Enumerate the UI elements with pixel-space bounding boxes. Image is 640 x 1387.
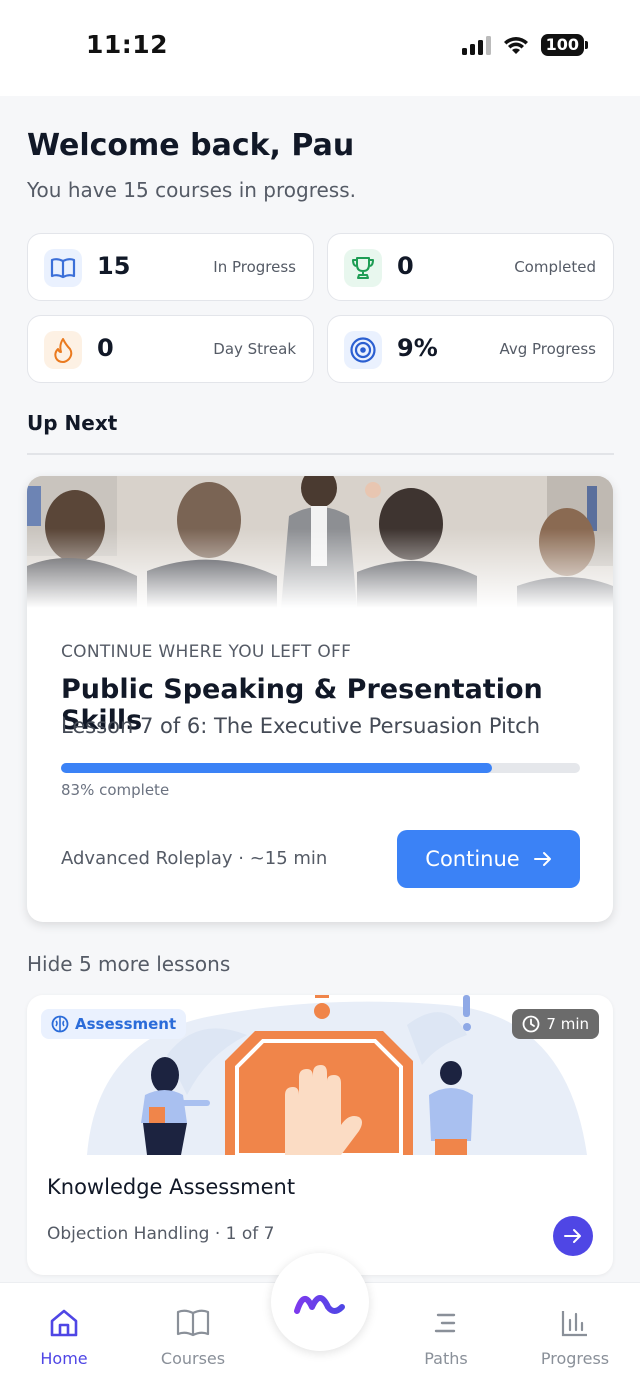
logo-icon bbox=[294, 1295, 345, 1314]
nav-item-progress[interactable]: Progress bbox=[525, 1305, 625, 1368]
status-bar: 11:12 100 bbox=[0, 0, 640, 96]
card-eyebrow: CONTINUE WHERE YOU LEFT OFF bbox=[61, 642, 352, 662]
lesson-subtitle: Lesson 7 of 6: The Executive Persuasion … bbox=[61, 714, 541, 738]
hide-lessons-toggle[interactable]: Hide 5 more lessons bbox=[27, 952, 230, 976]
stat-value: 9% bbox=[397, 334, 438, 362]
battery-level: 100 bbox=[540, 34, 584, 56]
course-hero-image bbox=[27, 476, 613, 608]
nav-item-home[interactable]: Home bbox=[14, 1305, 114, 1368]
book-icon bbox=[143, 1305, 243, 1341]
stat-card-completed[interactable]: 0 Completed bbox=[327, 233, 614, 301]
status-time: 11:12 bbox=[86, 30, 169, 59]
nav-label: Paths bbox=[424, 1349, 468, 1368]
stat-value: 0 bbox=[397, 252, 414, 280]
up-next-card[interactable]: CONTINUE WHERE YOU LEFT OFF Public Speak… bbox=[27, 476, 613, 922]
nav-label: Home bbox=[40, 1349, 88, 1368]
clock-icon bbox=[522, 1015, 540, 1033]
target-icon bbox=[344, 331, 382, 369]
assessment-badge: Assessment bbox=[41, 1009, 187, 1039]
lesson-card[interactable]: Assessment 7 min Knowledge Assessment Ob… bbox=[27, 995, 613, 1275]
wifi-icon bbox=[503, 37, 528, 54]
continue-button-label: Continue bbox=[425, 847, 520, 871]
nav-item-courses[interactable]: Courses bbox=[143, 1305, 243, 1368]
stat-card-in-progress[interactable]: 15 In Progress bbox=[27, 233, 314, 301]
trophy-icon bbox=[344, 249, 382, 287]
stat-label: In Progress bbox=[213, 258, 296, 276]
page-title: Welcome back, Pau bbox=[27, 128, 355, 163]
page-subtitle: You have 15 courses in progress. bbox=[27, 178, 356, 202]
lesson-meta: Objection Handling · 1 of 7 bbox=[47, 1224, 275, 1244]
stat-value: 15 bbox=[97, 252, 131, 280]
progress-bar bbox=[61, 763, 580, 773]
arrow-right-icon bbox=[533, 852, 551, 866]
lesson-meta: Advanced Roleplay · ~15 min bbox=[61, 848, 328, 869]
progress-fill bbox=[61, 763, 492, 773]
duration-label: 7 min bbox=[546, 1015, 589, 1033]
list-icon bbox=[396, 1305, 496, 1341]
open-lesson-button[interactable] bbox=[553, 1216, 593, 1256]
book-icon bbox=[44, 249, 82, 287]
duration-badge: 7 min bbox=[512, 1009, 599, 1039]
app-logo-button[interactable] bbox=[271, 1253, 369, 1351]
stat-value: 0 bbox=[97, 334, 114, 362]
battery-icon: 100 bbox=[540, 34, 588, 56]
status-icons: 100 bbox=[461, 34, 588, 56]
lesson-title: Knowledge Assessment bbox=[47, 1175, 296, 1199]
arrow-right-icon bbox=[564, 1229, 581, 1243]
home-icon bbox=[14, 1305, 114, 1341]
progress-text: 83% complete bbox=[61, 781, 170, 799]
stat-label: Completed bbox=[514, 258, 596, 276]
brain-icon bbox=[51, 1015, 69, 1033]
stat-label: Day Streak bbox=[213, 340, 296, 358]
nav-label: Progress bbox=[540, 1349, 610, 1368]
continue-button[interactable]: Continue bbox=[397, 830, 580, 888]
badge-label: Assessment bbox=[75, 1015, 177, 1033]
nav-item-paths[interactable]: Paths bbox=[396, 1305, 496, 1368]
stat-card-avg-progress[interactable]: 9% Avg Progress bbox=[327, 315, 614, 383]
section-title-up-next: Up Next bbox=[27, 411, 118, 435]
divider bbox=[27, 453, 614, 455]
bar-chart-icon bbox=[525, 1305, 625, 1341]
nav-label: Courses bbox=[160, 1349, 226, 1368]
stat-card-day-streak[interactable]: 0 Day Streak bbox=[27, 315, 314, 383]
flame-icon bbox=[44, 331, 82, 369]
signal-icon bbox=[461, 35, 491, 55]
stat-label: Avg Progress bbox=[499, 340, 596, 358]
